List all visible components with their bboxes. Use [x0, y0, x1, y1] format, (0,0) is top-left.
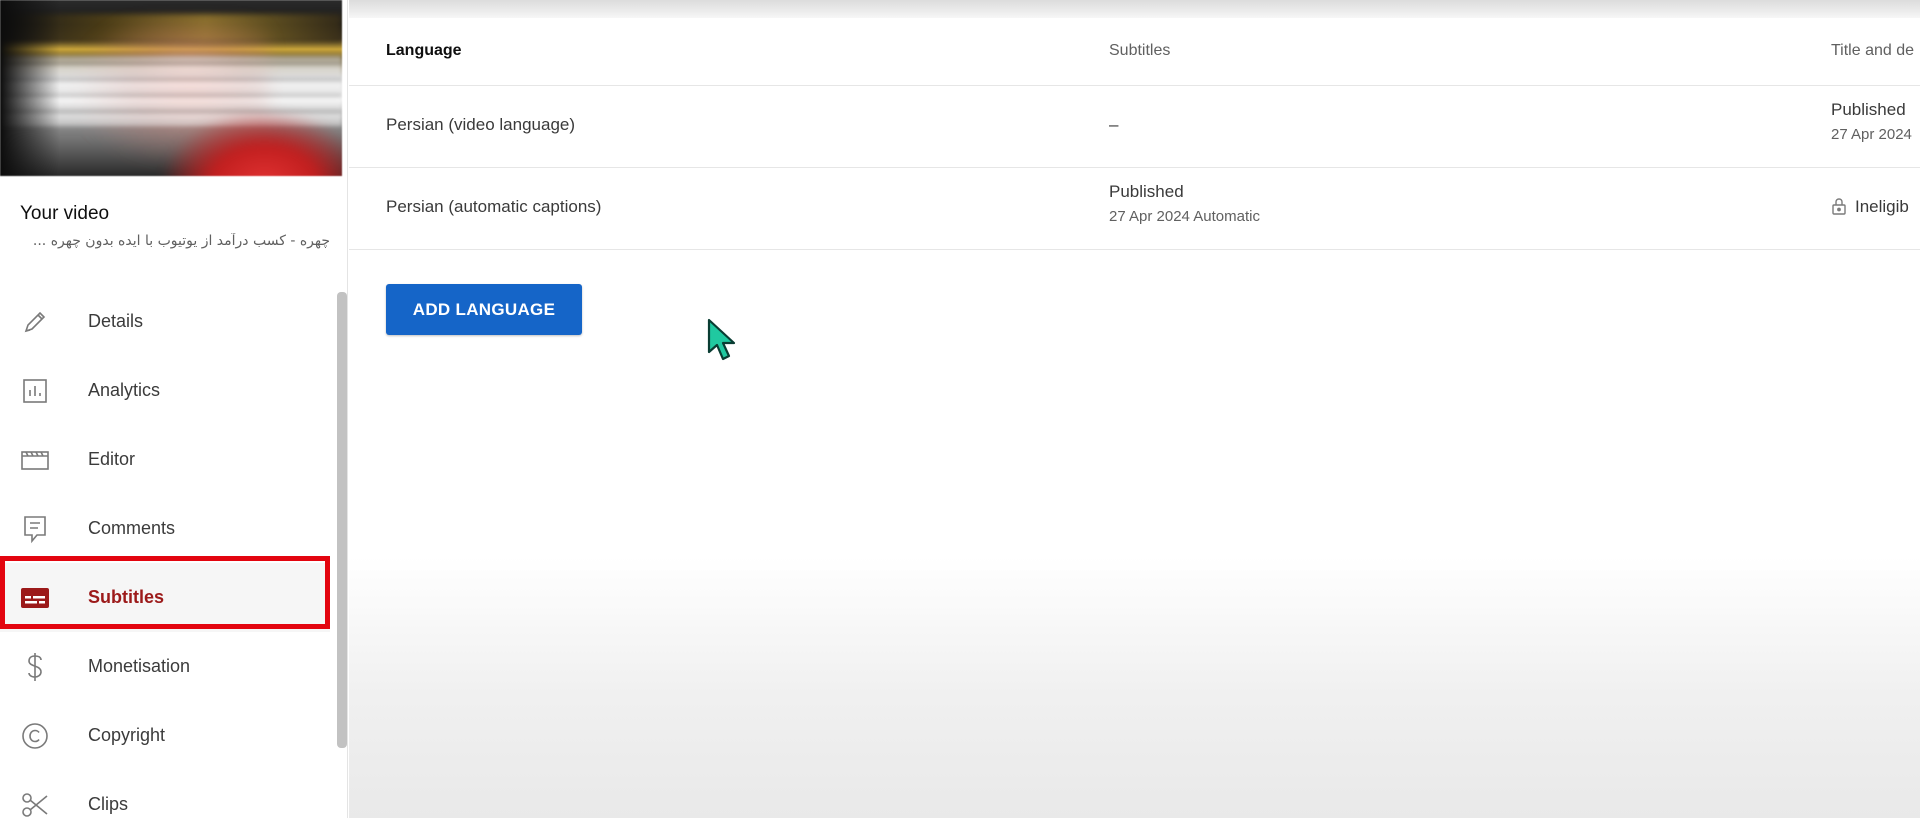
table-header-row: Language Subtitles Title and de — [349, 18, 1920, 86]
lock-icon — [1831, 197, 1847, 220]
sidebar-scrollbar[interactable] — [337, 292, 347, 748]
mouse-cursor-icon — [707, 318, 736, 361]
main-content: Language Subtitles Title and de Persian … — [349, 0, 1920, 818]
row-subtitles-status[interactable]: Published 27 Apr 2024 Automatic — [1109, 182, 1260, 225]
row-subtitles-empty: – — [1109, 115, 1119, 134]
sidebar-item-label: Monetisation — [88, 656, 191, 676]
status-date: 27 Apr 2024 — [1831, 126, 1912, 143]
comments-icon — [20, 514, 50, 544]
thumbnail-red-shape — [160, 110, 342, 176]
status-published: Published — [1831, 100, 1906, 119]
column-header-language[interactable]: Language — [386, 42, 462, 60]
status-date: 27 Apr 2024 Automatic — [1109, 208, 1260, 225]
sidebar-item-clips[interactable]: Clips — [0, 770, 330, 818]
row-language: Persian (video language) — [386, 115, 576, 134]
sidebar-item-copyright[interactable]: Copyright — [0, 701, 330, 770]
analytics-icon — [20, 376, 50, 406]
sidebar-item-monetisation[interactable]: Monetisation — [0, 632, 330, 701]
status-ineligible: Ineligib — [1855, 197, 1909, 216]
sidebar-nav: Details Analytics Editor Comments Subtit… — [0, 287, 330, 818]
sidebar-item-label: Comments — [88, 518, 176, 538]
row-title-status[interactable]: Published 27 Apr 2024 — [1831, 100, 1912, 143]
sidebar-item-label: Editor — [88, 449, 136, 469]
status-published: Published — [1109, 182, 1184, 201]
sidebar-item-label: Analytics — [88, 380, 161, 400]
table-row[interactable]: Persian (automatic captions) Published 2… — [349, 168, 1920, 250]
sidebar-item-editor[interactable]: Editor — [0, 425, 330, 494]
sidebar-item-label: Details — [88, 311, 144, 331]
editor-icon — [20, 445, 50, 475]
sidebar-item-label: Subtitles — [88, 587, 165, 607]
video-title[interactable]: چهره - کسب درآمد از یوتیوب با ایده بدون … — [20, 233, 330, 249]
top-shadow-bar — [349, 0, 1920, 18]
sidebar-item-subtitles[interactable]: Subtitles — [0, 563, 330, 632]
thumbnail-shade — [0, 0, 60, 176]
column-header-title-desc[interactable]: Title and de — [1831, 42, 1914, 60]
add-language-button[interactable]: ADD LANGUAGE — [386, 284, 582, 335]
subtitles-icon — [20, 583, 50, 613]
sidebar-item-comments[interactable]: Comments — [0, 494, 330, 563]
sidebar-item-label: Clips — [88, 794, 129, 814]
sidebar-item-analytics[interactable]: Analytics — [0, 356, 330, 425]
dollar-icon — [20, 652, 50, 682]
scissors-icon — [20, 790, 50, 818]
copyright-icon — [20, 721, 50, 751]
video-thumbnail[interactable] — [0, 0, 342, 176]
subtitles-table: Language Subtitles Title and de Persian … — [349, 18, 1920, 250]
column-header-subtitles[interactable]: Subtitles — [1109, 42, 1170, 60]
sidebar-item-details[interactable]: Details — [0, 287, 330, 356]
row-language: Persian (automatic captions) — [386, 197, 602, 216]
sidebar: Your video چهره - کسب درآمد از یوتیوب با… — [0, 0, 348, 818]
pencil-icon — [20, 307, 50, 337]
video-info: Your video چهره - کسب درآمد از یوتیوب با… — [20, 203, 330, 249]
table-row[interactable]: Persian (video language) – Published 27 … — [349, 86, 1920, 168]
row-title-status: Ineligib — [1831, 197, 1909, 220]
your-video-label: Your video — [20, 203, 110, 224]
sidebar-item-label: Copyright — [88, 725, 166, 745]
